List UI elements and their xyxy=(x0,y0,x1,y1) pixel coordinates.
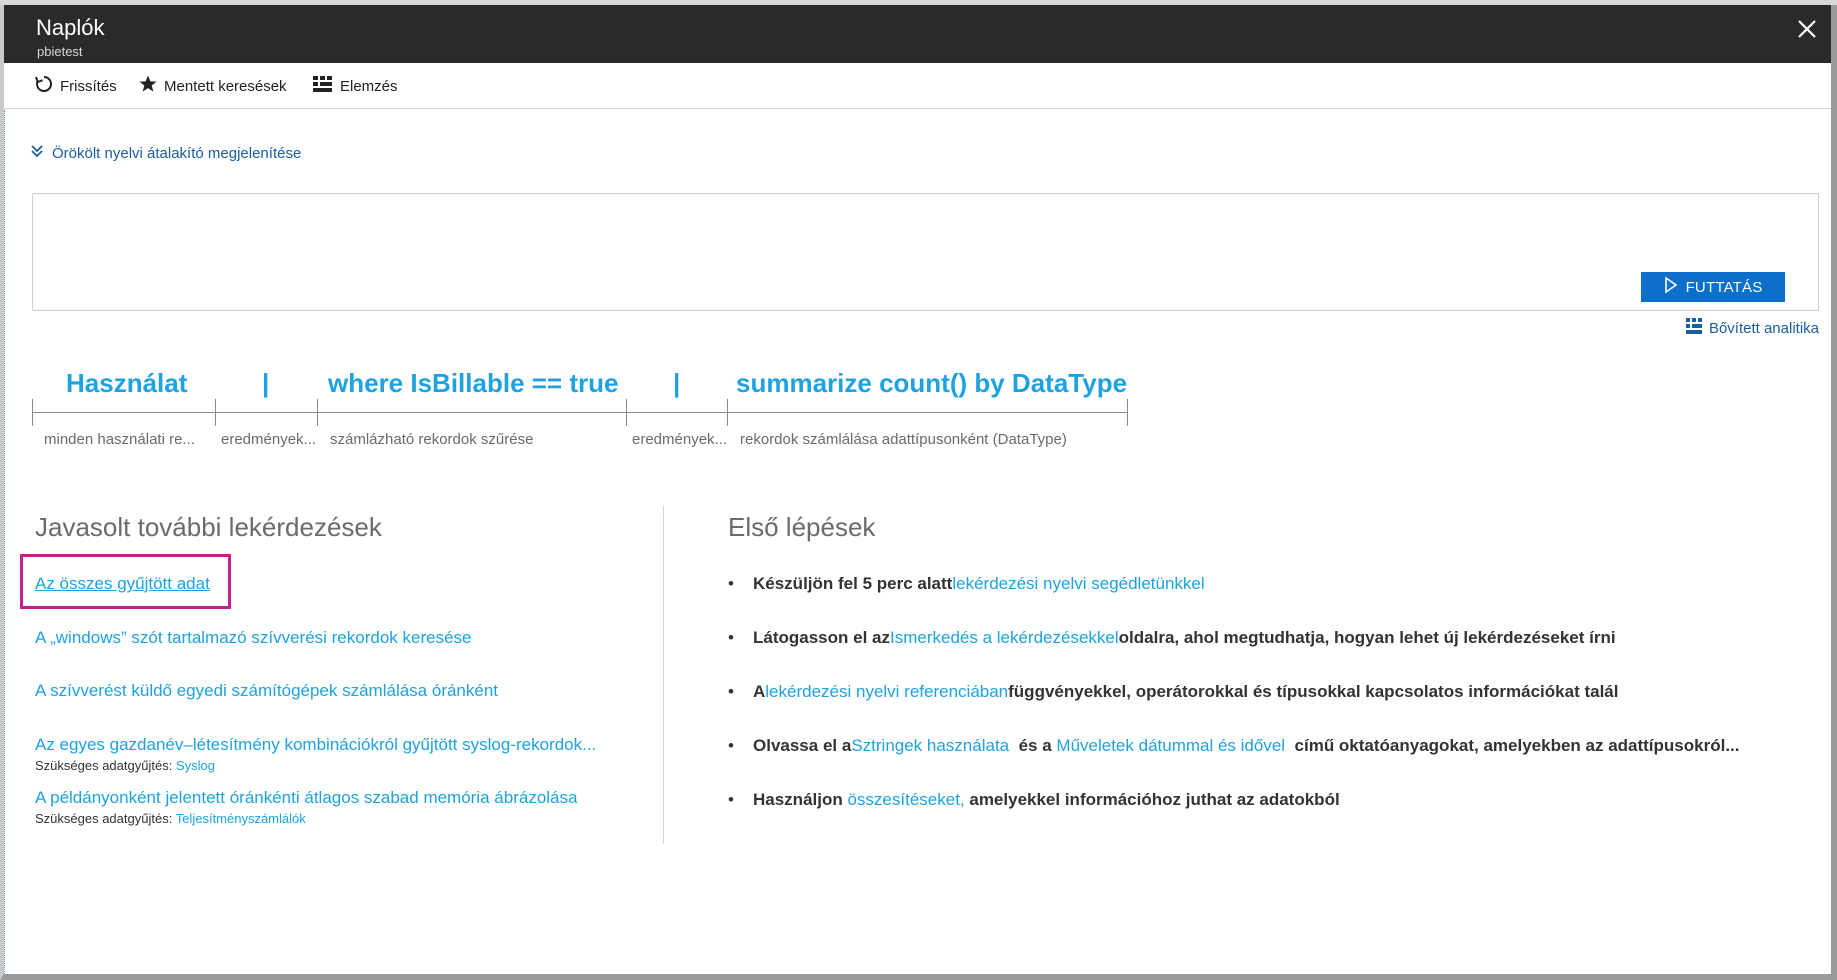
query-token-desc: rekordok számlálása adattípusonként (Dat… xyxy=(740,431,1067,448)
analytics-button[interactable]: Elemzés xyxy=(312,75,398,97)
getting-started-step: • Készüljön fel 5 perc alatt lekérdezési… xyxy=(728,574,1205,594)
step-link[interactable]: összesítéseket, xyxy=(847,790,964,810)
query-editor[interactable] xyxy=(32,193,1819,311)
performance-counters-link[interactable]: Teljesítményszámlálók xyxy=(176,811,306,826)
grid-icon xyxy=(1685,317,1709,339)
play-icon xyxy=(1664,276,1686,298)
query-token-desc: számlázható rekordok szűrése xyxy=(330,431,534,448)
refresh-label: Frissítés xyxy=(60,77,117,95)
step-text: Használjon xyxy=(753,790,848,809)
run-label: FUTTATÁS xyxy=(1685,278,1763,296)
bullet: • xyxy=(728,574,734,593)
step-link[interactable]: lekérdezési nyelvi segédletünkkel xyxy=(952,574,1204,594)
step-link[interactable]: Sztringek használata xyxy=(851,736,1009,756)
close-icon[interactable] xyxy=(1793,15,1821,43)
refresh-button[interactable]: Frissítés xyxy=(34,75,117,97)
query-token-desc: eredmények... xyxy=(632,431,728,448)
bullet: • xyxy=(728,628,734,647)
step-text: Olvassa el a xyxy=(753,736,852,755)
getting-started-title: Első lépések xyxy=(728,512,876,542)
saved-searches-button[interactable]: Mentett keresések xyxy=(138,75,287,97)
advanced-analytics-label: Bővített analitika xyxy=(1708,319,1819,337)
suggested-query-link[interactable]: A példányonként jelentett óránkénti átla… xyxy=(35,788,577,808)
double-chevron-down-icon xyxy=(30,144,52,162)
query-breakdown-tick xyxy=(626,399,627,426)
step-link[interactable]: lekérdezési nyelvi referenciában xyxy=(765,682,1008,702)
step-text: oldalra, ahol megtudhatja, hogyan lehet … xyxy=(1118,628,1616,647)
suggested-queries-title: Javasolt további lekérdezések xyxy=(35,512,382,542)
legacy-converter-label: Örökölt nyelvi átalakító megjelenítése xyxy=(52,144,302,162)
step-text: amelyekkel információhoz juthat az adato… xyxy=(964,790,1340,809)
star-icon xyxy=(138,74,164,98)
grid-icon xyxy=(312,74,340,98)
run-button[interactable]: FUTTATÁS xyxy=(1641,272,1785,302)
required-data-prefix: Szükséges adatgyűjtés: xyxy=(35,758,173,773)
refresh-icon xyxy=(34,74,60,98)
query-token: Használat xyxy=(66,368,188,398)
getting-started-step: • A lekérdezési nyelvi referenciában füg… xyxy=(728,682,1618,702)
bullet: • xyxy=(728,682,734,701)
query-breakdown-line xyxy=(32,412,1128,413)
getting-started-step: • Látogasson el az Ismerkedés a lekérdez… xyxy=(728,628,1616,648)
dotted-border xyxy=(4,110,6,974)
required-data-note: Szükséges adatgyűjtés: Teljesítményszáml… xyxy=(35,811,306,826)
query-token: | xyxy=(673,368,681,398)
step-link[interactable]: Ismerkedés a lekérdezésekkel xyxy=(890,628,1119,648)
query-breakdown-tick xyxy=(215,399,216,426)
getting-started-step: • Olvassa el a Sztringek használata és a… xyxy=(728,736,1740,756)
syslog-link[interactable]: Syslog xyxy=(176,758,215,773)
query-token: summarize count() by DataType xyxy=(736,368,1128,398)
title-bar: Naplók pbietest xyxy=(4,5,1831,63)
query-breakdown-tick xyxy=(32,399,33,426)
step-text: című oktatóanyagokat, amelyekben az adat… xyxy=(1285,736,1740,755)
getting-started-step: • Használjon összesítéseket, amelyekkel … xyxy=(728,790,1340,810)
suggested-query-link[interactable]: Az egyes gazdanév–létesítmény kombináció… xyxy=(35,735,596,755)
blade-subtitle: pbietest xyxy=(37,44,83,59)
bullet: • xyxy=(728,736,734,755)
required-data-prefix: Szükséges adatgyűjtés: xyxy=(35,811,173,826)
saved-searches-label: Mentett keresések xyxy=(164,77,287,95)
step-text: Készüljön fel 5 perc alatt xyxy=(753,574,953,593)
query-token: | xyxy=(262,368,270,398)
section-divider xyxy=(663,506,664,844)
required-data-note: Szükséges adatgyűjtés: Syslog xyxy=(35,758,215,773)
query-breakdown-tick xyxy=(727,399,728,426)
suggested-query-link[interactable]: A szívverést küldő egyedi számítógépek s… xyxy=(35,681,498,701)
bullet: • xyxy=(728,790,734,809)
step-text: Látogasson el az xyxy=(753,628,890,647)
blade-title: Naplók xyxy=(36,15,105,40)
query-token-desc: eredmények... xyxy=(221,431,317,448)
query-token: where IsBillable == true xyxy=(328,368,619,398)
query-token-desc: minden használati re... xyxy=(44,431,195,448)
advanced-analytics-link[interactable]: Bővített analitika xyxy=(1685,317,1819,339)
suggested-query-link[interactable]: A „windows” szót tartalmazó szívverési r… xyxy=(35,628,472,648)
step-text: és a xyxy=(1009,736,1057,755)
suggested-query-link[interactable]: Az összes gyűjtött adat xyxy=(35,574,210,594)
legacy-converter-toggle[interactable]: Örökölt nyelvi átalakító megjelenítése xyxy=(30,144,301,162)
query-breakdown-tick xyxy=(317,399,318,426)
toolbar: Frissítés Mentett keresések Elemzés xyxy=(4,63,1831,109)
step-text: függvényekkel, operátorokkal és típusokk… xyxy=(1008,682,1619,701)
step-link[interactable]: Műveletek dátummal és idővel xyxy=(1056,736,1285,756)
step-text: A xyxy=(753,682,766,701)
analytics-label: Elemzés xyxy=(340,77,398,95)
query-breakdown-tick xyxy=(1127,399,1128,426)
